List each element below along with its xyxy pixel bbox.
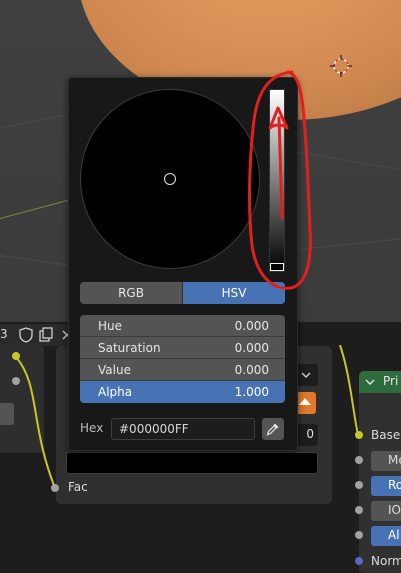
grid-line bbox=[290, 237, 401, 251]
hue-field[interactable]: Hue 0.000 bbox=[80, 315, 285, 337]
principled-node[interactable]: Pri Base Me Ro IO Al Norm bbox=[359, 371, 401, 573]
eyedropper-button[interactable] bbox=[262, 418, 284, 440]
saturation-label: Saturation bbox=[98, 340, 161, 355]
base-label: Base bbox=[371, 428, 401, 442]
3d-cursor-icon[interactable] bbox=[330, 55, 352, 77]
node-title: Pri bbox=[383, 374, 399, 388]
tab-hsv[interactable]: HSV bbox=[183, 282, 285, 304]
alpha-value: 1.000 bbox=[234, 385, 269, 399]
duplicate-icon[interactable] bbox=[38, 327, 54, 343]
grid-line bbox=[289, 150, 401, 172]
tab-rgb[interactable]: RGB bbox=[80, 282, 183, 304]
normal-socket[interactable] bbox=[355, 557, 363, 565]
roughness-socket[interactable] bbox=[355, 481, 363, 489]
roughness-field[interactable]: Ro bbox=[371, 476, 401, 496]
eyedropper-icon bbox=[266, 423, 279, 436]
hex-row: Hex #000000FF bbox=[80, 418, 285, 440]
hue-value: 0.000 bbox=[234, 318, 269, 333]
metallic-label: Me bbox=[388, 453, 401, 467]
hue-label: Hue bbox=[98, 318, 123, 333]
color-wheel[interactable] bbox=[80, 89, 260, 269]
ior-field[interactable]: IO bbox=[371, 501, 401, 521]
collapse-chevron-icon[interactable] bbox=[363, 375, 377, 389]
normal-label: Norm bbox=[371, 554, 401, 568]
value-value: 0.000 bbox=[234, 362, 269, 377]
alpha-socket[interactable] bbox=[355, 531, 363, 539]
saturation-field[interactable]: Saturation 0.000 bbox=[80, 337, 285, 359]
base-color-socket[interactable] bbox=[355, 431, 363, 439]
saturation-value: 0.000 bbox=[234, 340, 269, 355]
node-header[interactable]: Pri bbox=[359, 371, 401, 393]
value-label: Value bbox=[98, 362, 131, 377]
metallic-field[interactable]: Me bbox=[371, 451, 401, 471]
ior-label: IO bbox=[388, 503, 401, 517]
value-field[interactable]: Value 0.000 bbox=[80, 359, 285, 381]
metallic-socket[interactable] bbox=[355, 456, 363, 464]
alpha-label: Alpha bbox=[98, 385, 133, 399]
value-slider[interactable] bbox=[269, 89, 285, 272]
color-mode-tabs: RGB HSV bbox=[80, 282, 285, 304]
fac-socket[interactable] bbox=[51, 484, 59, 492]
value-slider-handle[interactable] bbox=[270, 263, 284, 271]
hex-input[interactable]: #000000FF bbox=[111, 418, 255, 440]
shield-icon[interactable] bbox=[18, 327, 34, 343]
hex-label: Hex bbox=[80, 421, 104, 435]
wheel-cursor[interactable] bbox=[164, 173, 176, 185]
tab-number: 3 bbox=[0, 327, 8, 341]
ior-socket[interactable] bbox=[355, 506, 363, 514]
alpha-field[interactable]: Al bbox=[371, 526, 401, 546]
hsv-fields: Hue 0.000 Saturation 0.000 Value 0.000 A… bbox=[80, 315, 285, 403]
roughness-label: Ro bbox=[388, 478, 401, 492]
y-axis-line bbox=[0, 197, 78, 219]
alpha-field[interactable]: Alpha 1.000 bbox=[80, 381, 285, 403]
color-picker-popup[interactable]: RGB HSV Hue 0.000 Saturation 0.000 Value… bbox=[68, 77, 298, 451]
alpha-node-label: Al bbox=[388, 528, 400, 542]
